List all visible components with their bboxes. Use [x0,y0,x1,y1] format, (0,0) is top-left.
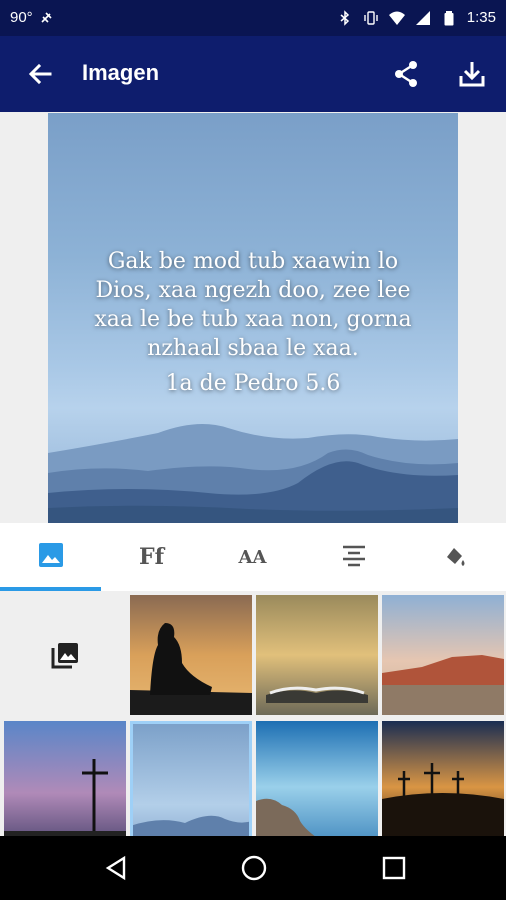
thumbnail-open-book[interactable] [256,595,378,715]
nav-home-icon[interactable] [238,852,270,884]
bluetooth-icon [340,9,349,26]
battery-icon [444,10,454,25]
tab-alignment[interactable] [303,523,404,591]
system-nav-bar [0,836,506,900]
text-size-icon: AA [238,546,267,568]
clock-text: 1:35 [466,9,496,26]
tab-text-size[interactable]: AA [202,523,303,591]
download-icon[interactable] [456,58,488,90]
thumbnail-image [130,595,252,715]
signal-icon [415,10,430,25]
gallery-button[interactable] [4,595,126,715]
thumbnail-image [130,721,252,841]
thumbnail-image [256,721,378,841]
paint-bucket-icon [446,548,464,566]
temperature-text: 90° [10,9,33,26]
tab-color[interactable] [404,523,505,591]
background-thumbnail-grid [0,591,506,841]
nav-back-icon[interactable] [100,852,132,884]
thumbnail-canyon[interactable] [382,595,504,715]
app-bar: Imagen [0,36,506,112]
thumbnail-image [256,595,378,715]
share-icon[interactable] [390,58,422,90]
wifi-icon [388,11,405,25]
image-icon [38,543,63,567]
vibration-off-icon [41,11,52,23]
verse-text: Gak be mod tub xaawin lo Dios, xaa ngezh… [94,249,412,361]
thumbnail-rocky-shore[interactable] [256,721,378,841]
vibrate-icon [364,10,378,25]
thumbnail-image [382,595,504,715]
thumbnail-image [4,721,126,841]
verse-image-preview: Gak be mod tub xaawin lo Dios, xaa ngezh… [48,113,458,523]
thumbnail-three-crosses[interactable] [382,721,504,841]
thumbnail-cross-dusk[interactable] [4,721,126,841]
nav-recents-icon[interactable] [378,852,410,884]
align-center-icon [342,545,365,567]
tab-image[interactable] [0,523,101,591]
verse-reference: 1a de Pedro 5.6 [165,371,341,396]
status-bar: 90° 1:35 [0,0,506,36]
editor-tabs: Ff AA [0,523,506,591]
thumbnail-image [382,721,504,841]
mountains-background [48,424,458,523]
gallery-icon [51,643,78,669]
thumbnail-blue-mountains[interactable] [130,721,252,841]
tab-font[interactable]: Ff [101,523,202,591]
arrow-back-icon[interactable] [24,58,56,90]
page-title: Imagen [82,60,160,85]
font-icon: Ff [138,544,165,570]
thumbnail-reading-silhouette[interactable] [130,595,252,715]
